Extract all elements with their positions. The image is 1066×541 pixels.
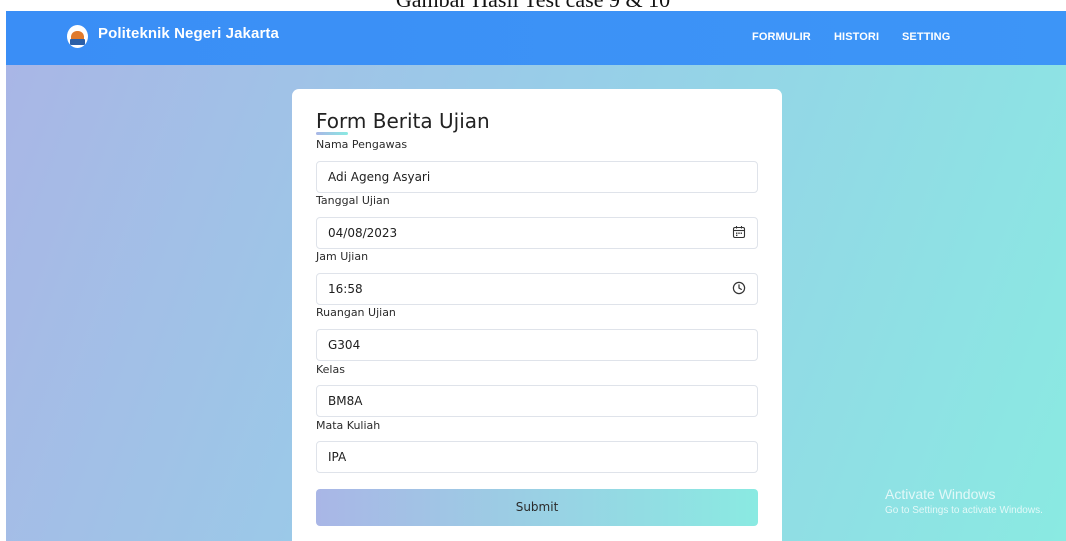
input-tanggal-ujian-value: 04/08/2023: [328, 226, 398, 240]
brand-name[interactable]: Politeknik Negeri Jakarta: [98, 25, 279, 42]
label-nama-pengawas: Nama Pengawas: [316, 138, 408, 151]
calendar-icon[interactable]: [732, 225, 746, 239]
input-nama-pengawas-value: Adi Ageng Asyari: [328, 170, 431, 184]
label-kelas: Kelas: [316, 363, 345, 376]
input-jam-ujian[interactable]: 16:58: [316, 273, 758, 305]
top-navbar: Politeknik Negeri Jakarta FORMULIR HISTO…: [6, 11, 1066, 65]
input-kelas[interactable]: BM8A: [316, 385, 758, 417]
nav-link-histori[interactable]: HISTORI: [834, 31, 879, 43]
screenshot-frame: Gambar Hasil Test case 9 & 10 Politeknik…: [0, 0, 1066, 541]
input-tanggal-ujian[interactable]: 04/08/2023: [316, 217, 758, 249]
nav-link-formulir[interactable]: FORMULIR: [752, 31, 811, 43]
form-title: Form Berita Ujian: [316, 109, 490, 133]
submit-button-label: Submit: [515, 500, 559, 514]
label-ruangan-ujian: Ruangan Ujian: [316, 306, 396, 319]
label-tanggal-ujian: Tanggal Ujian: [316, 194, 390, 207]
label-mata-kuliah: Mata Kuliah: [316, 419, 381, 432]
clock-icon[interactable]: [732, 281, 746, 295]
input-ruangan-ujian-value: G304: [328, 338, 361, 352]
input-mata-kuliah-value: IPA: [328, 450, 347, 464]
input-mata-kuliah[interactable]: IPA: [316, 441, 758, 473]
label-jam-ujian: Jam Ujian: [316, 250, 369, 263]
input-jam-ujian-value: 16:58: [328, 282, 363, 296]
activation-watermark-subtitle: Go to Settings to activate Windows.: [885, 505, 1043, 516]
input-kelas-value: BM8A: [328, 394, 363, 408]
input-ruangan-ujian[interactable]: G304: [316, 329, 758, 361]
nav-link-setting[interactable]: SETTING: [902, 31, 950, 43]
input-nama-pengawas[interactable]: Adi Ageng Asyari: [316, 161, 758, 193]
submit-button[interactable]: Submit: [316, 489, 758, 526]
activation-watermark-title: Activate Windows: [885, 486, 996, 502]
form-card: Form Berita Ujian Nama Pengawas Adi Agen…: [292, 89, 782, 541]
title-underline: [316, 132, 348, 135]
document-caption: Gambar Hasil Test case 9 & 10: [0, 0, 1066, 11]
campus-logo-icon[interactable]: [67, 25, 88, 48]
